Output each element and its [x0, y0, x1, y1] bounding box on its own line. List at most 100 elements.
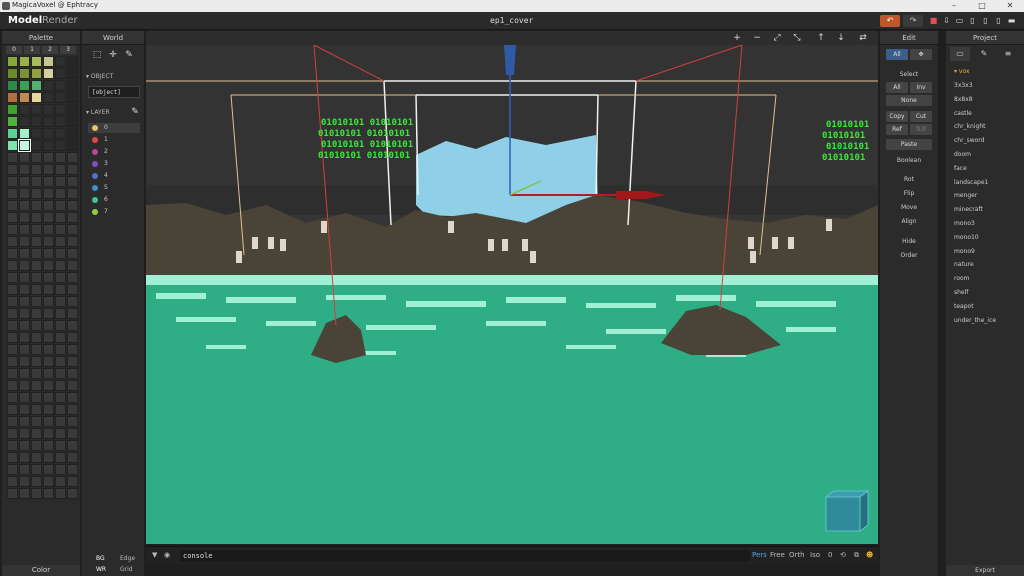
palette-color-cell[interactable]	[43, 224, 54, 235]
palette-color-cell[interactable]	[31, 476, 42, 487]
boolean-button[interactable]: Boolean	[880, 157, 938, 164]
palette-color-cell[interactable]	[67, 248, 78, 259]
palette-color-cell[interactable]	[19, 296, 30, 307]
palette-color-cell[interactable]	[67, 380, 78, 391]
project-file-item[interactable]: under_the_ice	[950, 314, 1020, 327]
palette-color-cell[interactable]	[43, 56, 54, 67]
orth-button[interactable]: Orth	[789, 551, 805, 559]
edit-transform-icon[interactable]: ✥	[910, 49, 932, 60]
palette-color-cell[interactable]	[7, 452, 18, 463]
palette-color-cell[interactable]	[31, 392, 42, 403]
palette-color-cell[interactable]	[31, 488, 42, 499]
palette-color-cell[interactable]	[19, 488, 30, 499]
palette-color-cell[interactable]	[55, 332, 66, 343]
copy-file-icon[interactable]: ▯	[980, 15, 991, 27]
palette-color-cell[interactable]	[43, 248, 54, 259]
palette-color-cell[interactable]	[31, 212, 42, 223]
palette-color-cell[interactable]	[7, 284, 18, 295]
palette-color-cell[interactable]	[31, 56, 42, 67]
palette-color-cell[interactable]	[7, 140, 18, 151]
hide-button[interactable]: Hide	[880, 238, 938, 245]
palette-color-cell[interactable]	[31, 344, 42, 355]
palette-color-cell[interactable]	[55, 152, 66, 163]
palette-color-cell[interactable]	[67, 344, 78, 355]
layer-row[interactable]: 4	[88, 171, 140, 181]
palette-color-cell[interactable]	[55, 356, 66, 367]
palette-color-cell[interactable]	[31, 176, 42, 187]
palette-color-cell[interactable]	[67, 224, 78, 235]
palette-color-cell[interactable]	[31, 92, 42, 103]
project-file-item[interactable]: shelf	[950, 286, 1020, 299]
palette-color-cell[interactable]	[19, 476, 30, 487]
palette-color-cell[interactable]	[55, 416, 66, 427]
close-button[interactable]: ✕	[996, 0, 1024, 12]
palette-color-cell[interactable]	[55, 68, 66, 79]
palette-color-cell[interactable]	[31, 452, 42, 463]
smiley-icon[interactable]: ☻	[866, 551, 873, 559]
palette-color-cell[interactable]	[55, 308, 66, 319]
palette-color-cell[interactable]	[7, 428, 18, 439]
palette-color-cell[interactable]	[43, 164, 54, 175]
palette-color-cell[interactable]	[67, 440, 78, 451]
palette-color-cell[interactable]	[7, 464, 18, 475]
palette-color-cell[interactable]	[7, 176, 18, 187]
palette-color-cell[interactable]	[7, 368, 18, 379]
project-file-item[interactable]: mono3	[950, 217, 1020, 230]
mode-model-tab[interactable]: Model	[8, 15, 42, 26]
palette-color-cell[interactable]	[43, 464, 54, 475]
palette-color-cell[interactable]	[55, 188, 66, 199]
palette-tab-3[interactable]: 3	[60, 46, 76, 54]
palette-color-cell[interactable]	[31, 272, 42, 283]
palette-color-cell[interactable]	[31, 464, 42, 475]
free-button[interactable]: Free	[770, 551, 785, 559]
palette-color-cell[interactable]	[19, 224, 30, 235]
layer-row[interactable]: 6	[88, 195, 140, 205]
3d-viewport[interactable]: + − ⤢ ⤡ ↑ ↓ ⇄ 01010101 01010101 01010101…	[146, 31, 878, 544]
palette-color-cell[interactable]	[7, 188, 18, 199]
palette-color-cell[interactable]	[67, 320, 78, 331]
palette-color-cell[interactable]	[19, 236, 30, 247]
palette-color-cell[interactable]	[67, 476, 78, 487]
delete-icon[interactable]: ▬	[1006, 15, 1017, 27]
maximize-button[interactable]: □	[968, 0, 996, 12]
palette-color-cell[interactable]	[31, 200, 42, 211]
palette-color-cell[interactable]	[7, 260, 18, 271]
palette-color-cell[interactable]	[7, 320, 18, 331]
palette-color-cell[interactable]	[67, 272, 78, 283]
project-brush-icon[interactable]: ✎	[974, 47, 994, 61]
palette-color-cell[interactable]	[67, 356, 78, 367]
palette-color-cell[interactable]	[67, 284, 78, 295]
palette-color-cell[interactable]	[31, 80, 42, 91]
palette-color-cell[interactable]	[55, 392, 66, 403]
palette-color-cell[interactable]	[19, 104, 30, 115]
palette-color-cell[interactable]	[31, 308, 42, 319]
palette-color-cell[interactable]	[43, 440, 54, 451]
palette-color-cell[interactable]	[55, 200, 66, 211]
arrow-up-icon[interactable]: ↑	[814, 32, 828, 44]
palette-color-cell[interactable]	[31, 368, 42, 379]
redo-button[interactable]: ↷	[903, 15, 923, 27]
palette-color-cell[interactable]	[67, 140, 78, 151]
palette-color-cell[interactable]	[19, 332, 30, 343]
palette-color-cell[interactable]	[55, 368, 66, 379]
palette-color-cell[interactable]	[7, 236, 18, 247]
palette-color-cell[interactable]	[43, 368, 54, 379]
palette-color-cell[interactable]	[55, 440, 66, 451]
palette-color-cell[interactable]	[55, 260, 66, 271]
project-file-item[interactable]: castle	[950, 107, 1020, 120]
palette-color-cell[interactable]	[43, 452, 54, 463]
palette-color-cell[interactable]	[7, 164, 18, 175]
copy-button[interactable]: Copy	[886, 111, 908, 122]
palette-color-cell[interactable]	[19, 440, 30, 451]
palette-color-cell[interactable]	[19, 464, 30, 475]
palette-color-cell[interactable]	[19, 428, 30, 439]
palette-color-cell[interactable]	[55, 476, 66, 487]
palette-color-cell[interactable]	[55, 404, 66, 415]
project-file-item[interactable]: chr_knight	[950, 120, 1020, 133]
palette-color-cell[interactable]	[7, 212, 18, 223]
palette-color-cell[interactable]	[31, 440, 42, 451]
palette-color-cell[interactable]	[31, 152, 42, 163]
palette-color-cell[interactable]	[19, 272, 30, 283]
rot-button[interactable]: Rot	[880, 176, 938, 183]
order-button[interactable]: Order	[880, 252, 938, 259]
